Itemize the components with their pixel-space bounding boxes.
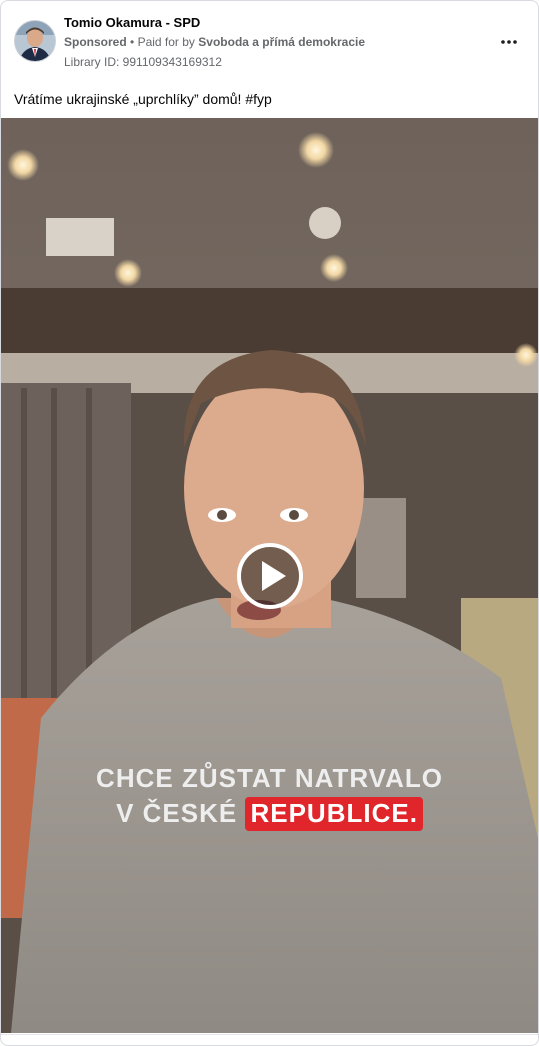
separator: • xyxy=(130,35,135,49)
more-options-button[interactable] xyxy=(494,27,524,57)
video-player[interactable]: CHCE ZŮSTAT NATRVALO V ČESKÉ REPUBLICE. xyxy=(1,118,538,1033)
caption-text: V ČESKÉ xyxy=(116,798,238,828)
play-button[interactable] xyxy=(236,542,304,610)
play-icon xyxy=(237,543,303,609)
caption-highlight: REPUBLICE. xyxy=(245,797,423,831)
page-name[interactable]: Tomio Okamura - SPD xyxy=(64,15,200,30)
divider xyxy=(1,1034,538,1035)
payer-link[interactable]: Svoboda a přímá demokracie xyxy=(198,35,365,49)
post-header: Tomio Okamura - SPD Sponsored • Paid for… xyxy=(1,1,538,81)
sponsored-label: Sponsored xyxy=(64,35,127,49)
paid-for-prefix: Paid for by xyxy=(137,35,195,49)
more-horizontal-icon xyxy=(501,40,517,44)
sponsorship-line: Sponsored • Paid for by Svoboda a přímá … xyxy=(64,35,365,49)
ad-card: Tomio Okamura - SPD Sponsored • Paid for… xyxy=(0,0,539,1046)
video-caption-line-1: CHCE ZŮSTAT NATRVALO xyxy=(96,763,443,793)
avatar[interactable] xyxy=(14,20,56,62)
library-id: Library ID: 991109343169312 xyxy=(64,55,222,69)
video-caption-line-2: V ČESKÉ REPUBLICE. xyxy=(1,797,538,831)
post-text: Vrátíme ukrajinské „uprchlíky” domů! #fy… xyxy=(14,91,272,107)
